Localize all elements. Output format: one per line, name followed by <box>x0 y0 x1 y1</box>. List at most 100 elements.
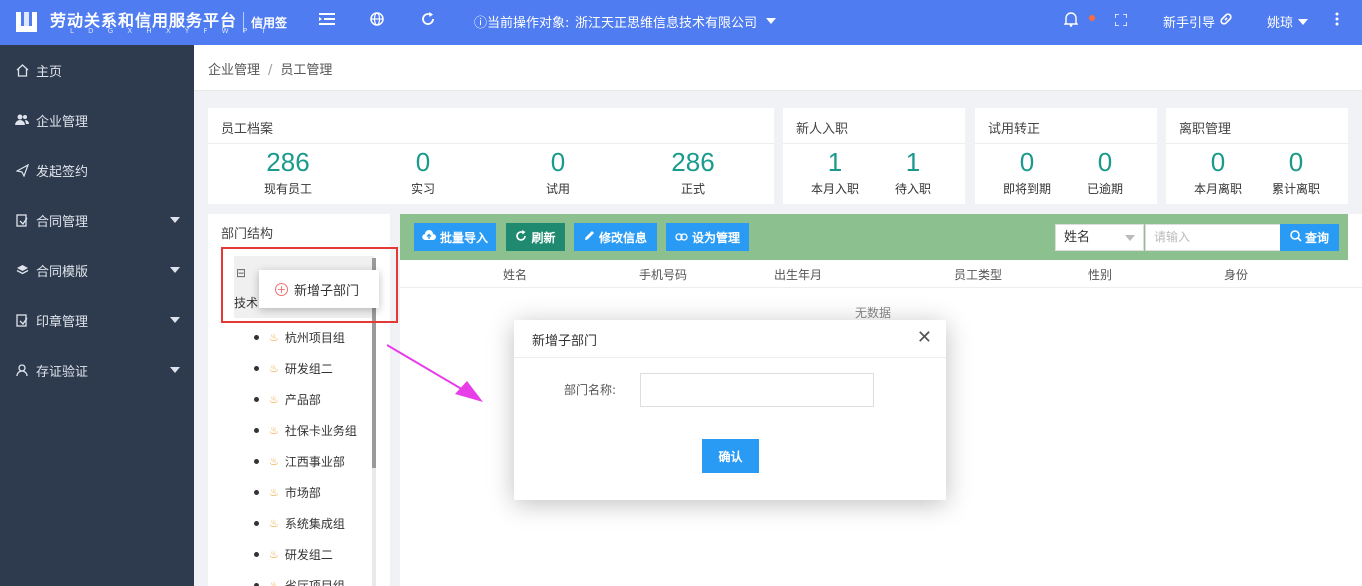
batch-import-button[interactable]: 批量导入 <box>414 223 496 251</box>
button-label: 刷新 <box>531 230 556 245</box>
column-header[interactable]: 姓名 <box>503 266 527 283</box>
breadcrumb-enterprise[interactable]: 企业管理 <box>208 63 260 78</box>
sidebar-item-label: 企业管理 <box>36 114 89 130</box>
sidebar-item-contract-template[interactable]: 合同模版 <box>0 245 194 295</box>
sidebar-item-label: 发起签约 <box>36 164 89 180</box>
sidebar-item-label: 合同管理 <box>36 214 89 230</box>
stat-intern[interactable]: 0 实习 <box>383 146 463 197</box>
link-icon[interactable] <box>1216 12 1236 32</box>
dept-list: ♨ 杭州项目组 ♨ 研发组二 ♨ 产品部 ♨ 社保卡业务组 ♨ 江西事业部 ♨ 市场部 ♨ 系… <box>254 322 357 586</box>
brand-tag: 信用签 <box>251 16 288 30</box>
stat-label: 试用 <box>545 182 570 196</box>
menu-toggle-icon[interactable] <box>317 12 337 32</box>
stat-month-leave[interactable]: 0 本月离职 <box>1178 146 1258 197</box>
card-onboard: 新人入职 1 本月入职 1 待入职 <box>783 108 965 204</box>
bullet-icon <box>254 335 259 340</box>
stat-label: 待入职 <box>894 182 931 196</box>
stat-pending-join[interactable]: 1 待入职 <box>873 146 953 197</box>
select-value: 姓名 <box>1064 230 1091 245</box>
home-icon <box>14 62 30 78</box>
dept-item[interactable]: ♨ 产品部 <box>254 384 357 415</box>
chevron-down-icon <box>170 317 180 323</box>
column-header[interactable]: 出生年月 <box>774 266 822 283</box>
column-header[interactable]: 手机号码 <box>639 266 687 283</box>
dept-item[interactable]: ♨ 研发组二 <box>254 353 357 384</box>
stat-month-join[interactable]: 1 本月入职 <box>795 146 875 197</box>
stat-number: 0 <box>1210 147 1226 177</box>
dept-icon: ♨ <box>269 486 279 499</box>
stat-expiring[interactable]: 0 即将到期 <box>987 146 1067 197</box>
column-header[interactable]: 员工类型 <box>954 266 1002 283</box>
stat-trial[interactable]: 0 试用 <box>518 146 598 197</box>
edit-info-button[interactable]: 修改信息 <box>574 223 657 251</box>
dept-item[interactable]: ♨ 江西事业部 <box>254 446 357 477</box>
bullet-icon <box>254 397 259 402</box>
stat-formal[interactable]: 286 正式 <box>653 146 733 197</box>
dept-item[interactable]: ♨ 市场部 <box>254 477 357 508</box>
more-icon[interactable] <box>1327 12 1347 32</box>
link-icon <box>675 230 688 244</box>
breadcrumb-bar: 企业管理 / 员工管理 <box>194 45 1362 91</box>
sidebar-item-seal[interactable]: 印章管理 <box>0 295 194 345</box>
bullet-icon <box>254 428 259 433</box>
dept-icon: ♨ <box>269 331 279 344</box>
dept-item[interactable]: ♨ 省厅项目组 <box>254 570 357 586</box>
user-name[interactable]: 姚琼 <box>1267 12 1293 31</box>
stamp-icon <box>14 312 30 328</box>
chevron-down-icon <box>170 217 180 223</box>
guide-link[interactable]: 新手引导 <box>1163 12 1215 31</box>
stat-label: 正式 <box>680 182 705 196</box>
refresh-button[interactable]: 刷新 <box>506 223 565 251</box>
dept-item[interactable]: ♨ 杭州项目组 <box>254 322 357 353</box>
breadcrumb-separator: / <box>268 63 273 78</box>
sidebar-item-enterprise[interactable]: 企业管理 <box>0 95 194 145</box>
dept-item[interactable]: ♨ 社保卡业务组 <box>254 415 357 446</box>
cloud-upload-icon <box>422 230 436 244</box>
target-dropdown-icon[interactable] <box>766 18 776 24</box>
set-admin-button[interactable]: 设为管理 <box>666 223 749 251</box>
sidebar-item-label: 合同模版 <box>36 264 89 280</box>
card-resign: 离职管理 0 本月离职 0 累计离职 <box>1166 108 1348 204</box>
stat-overdue[interactable]: 0 已逾期 <box>1065 146 1145 197</box>
dept-item[interactable]: ♨ 研发组二 <box>254 539 357 570</box>
button-label: 设为管理 <box>691 230 740 245</box>
refresh-icon[interactable] <box>418 12 438 32</box>
stat-number: 286 <box>266 147 310 177</box>
dept-item[interactable]: ♨ 系统集成组 <box>254 508 357 539</box>
search-input[interactable]: 请输入 <box>1145 224 1281 251</box>
pencil-icon <box>584 230 595 244</box>
user-icon <box>14 362 30 378</box>
card-divider <box>1166 143 1348 144</box>
card-divider <box>975 143 1157 144</box>
dept-name-input[interactable] <box>640 373 874 407</box>
fullscreen-icon[interactable] <box>1111 12 1131 32</box>
breadcrumb-staff: 员工管理 <box>280 63 333 78</box>
globe-icon[interactable] <box>367 12 387 32</box>
operating-target[interactable]: 浙江天正思维信息技术有限公司 <box>575 12 757 31</box>
user-dropdown-icon[interactable] <box>1298 19 1308 25</box>
search-button[interactable]: 查询 <box>1280 224 1339 251</box>
stat-number: 0 <box>1097 147 1113 177</box>
chevron-down-icon <box>170 367 180 373</box>
card-archive: 员工档案 286 现有员工 0 实习 0 试用 286 正式 <box>208 108 774 204</box>
card-probation: 试用转正 0 即将到期 0 已逾期 <box>975 108 1157 204</box>
highlight-box <box>221 247 398 323</box>
dept-label: 省厅项目组 <box>284 579 345 586</box>
column-header[interactable]: 性别 <box>1088 266 1112 283</box>
close-icon[interactable]: ✕ <box>917 328 932 348</box>
stat-current[interactable]: 286 现有员工 <box>248 146 328 197</box>
dept-label: 市场部 <box>284 486 321 500</box>
confirm-button[interactable]: 确认 <box>702 439 759 473</box>
dept-title: 部门结构 <box>221 227 274 242</box>
search-field-select[interactable]: 姓名 <box>1055 224 1144 251</box>
sidebar-item-sign[interactable]: 发起签约 <box>0 145 194 195</box>
layers-icon <box>14 262 30 278</box>
sidebar-item-evidence[interactable]: 存证验证 <box>0 345 194 395</box>
stat-total-leave[interactable]: 0 累计离职 <box>1256 146 1336 197</box>
column-header[interactable]: 身份 <box>1224 266 1248 283</box>
bullet-icon <box>254 521 259 526</box>
bell-icon[interactable] <box>1061 12 1081 32</box>
sidebar-item-home[interactable]: 主页 <box>0 45 194 95</box>
sidebar-item-contract-mgmt[interactable]: 合同管理 <box>0 195 194 245</box>
send-icon <box>14 162 30 178</box>
